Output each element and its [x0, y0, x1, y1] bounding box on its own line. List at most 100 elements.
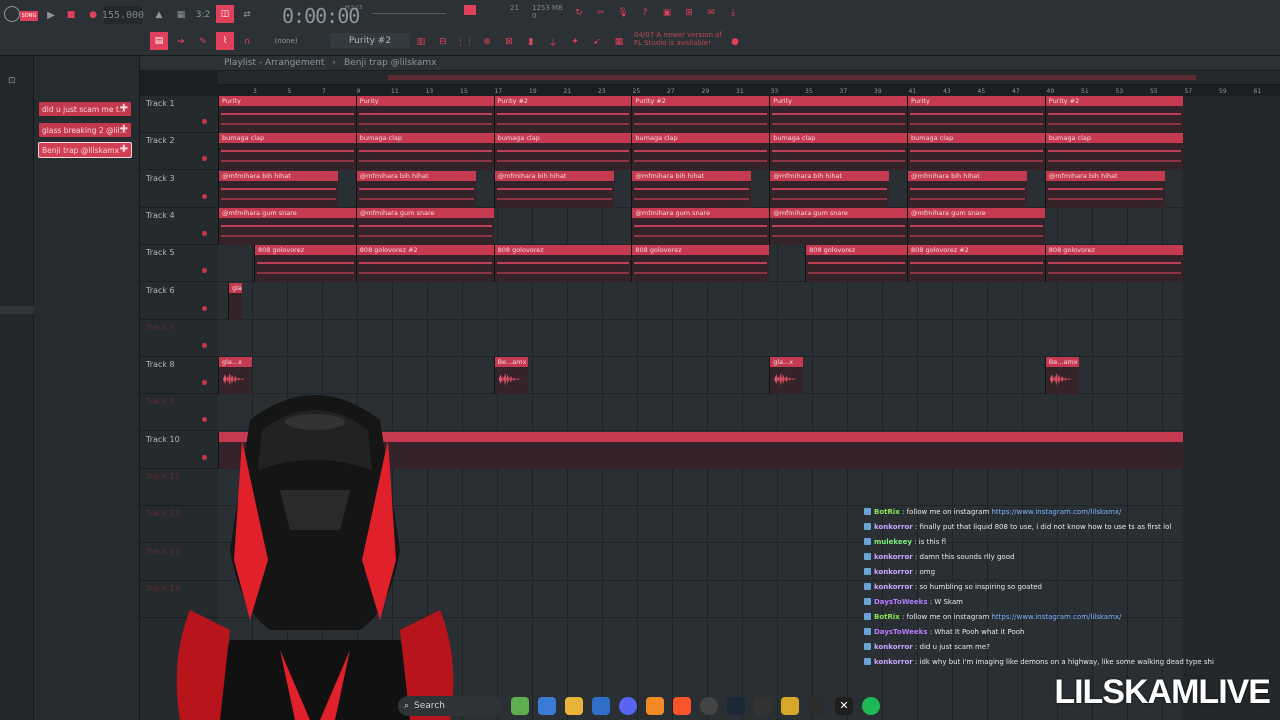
tempo-display[interactable]: 155.000	[102, 6, 144, 24]
track-mute-led[interactable]	[202, 342, 207, 348]
loop-record-icon[interactable]: ◫	[216, 5, 234, 23]
track-header[interactable]: Track 4	[140, 208, 218, 245]
track-mute-led[interactable]	[202, 268, 207, 274]
plug-icon[interactable]: ⏚	[546, 34, 560, 50]
chat-link[interactable]: https://www.instagram.com/lilskamx/	[992, 508, 1122, 516]
pattern-clip[interactable]: @mfmihara bih hihat	[1044, 170, 1165, 208]
cut-icon[interactable]: ✂	[594, 5, 608, 21]
playlist-title[interactable]: Playlist - Arrangement	[224, 58, 324, 68]
playlist-row[interactable]: 808 golovorez 808 golovorez #2 808 golovor…	[218, 245, 1280, 283]
pattern-clip[interactable]: @mfmihara bih hihat	[218, 170, 338, 208]
piano-roll-icon[interactable]: ▥	[414, 34, 428, 50]
pattern-clip[interactable]: @mfmihara gum snare	[355, 207, 494, 245]
chat-link[interactable]: https://www.instagram.com/lilskamx/	[992, 613, 1122, 621]
pattern-clip[interactable]: 808 golovorez	[493, 245, 632, 283]
pattern-clip[interactable]: 808 golovorez	[254, 245, 356, 283]
pattern-clip[interactable]: bumaga clap	[631, 133, 770, 171]
steam-icon[interactable]	[727, 697, 745, 715]
playlist-row[interactable]: @mfmihara gum snare @mfmihara gum snare @m…	[218, 207, 1280, 245]
undo-icon[interactable]: ↻	[572, 5, 586, 21]
pattern-clip[interactable]: @mfmihara gum snare	[218, 207, 356, 245]
track-mute-led[interactable]	[202, 156, 207, 162]
plugin-icon[interactable]: ⊞	[682, 5, 696, 21]
pattern-clip[interactable]: 808 golovorez #2	[355, 245, 494, 283]
capcut-icon[interactable]: ✕	[835, 697, 853, 715]
store-icon[interactable]	[592, 697, 610, 715]
news-panel[interactable]: 04/07 A newer version of FL Studio is ava…	[634, 31, 726, 47]
playlist-view-icon[interactable]: ▤	[150, 32, 168, 50]
obs-icon[interactable]	[700, 697, 718, 715]
app-icon-folder[interactable]	[781, 697, 799, 715]
pencil-icon[interactable]: ✎	[196, 34, 210, 50]
pattern-clip[interactable]: bumaga clap	[1044, 133, 1183, 171]
paint-icon[interactable]: ⌇	[216, 32, 234, 50]
pattern-clip[interactable]: @mfmihara bih hihat	[631, 170, 752, 208]
file-icon[interactable]: ▮	[524, 34, 538, 50]
tools-icon[interactable]: ✦	[568, 34, 582, 50]
pattern-clip[interactable]: bumaga clap	[493, 133, 632, 171]
browser-scrollbar[interactable]	[0, 306, 34, 314]
playlist-row[interactable]: Purity Purity Purity #2 Purity #2 Purity Puri…	[218, 96, 1280, 133]
arrow-right-icon[interactable]: ➔	[174, 34, 188, 50]
app-icon-4k[interactable]	[808, 697, 826, 715]
track-header[interactable]: Track 5	[140, 245, 218, 283]
pattern-clip[interactable]: bumaga clap	[218, 133, 356, 171]
scroll-thumb[interactable]	[388, 75, 1196, 80]
pattern-clip[interactable]: Be...amx	[1044, 357, 1079, 395]
pattern-clip[interactable]: @mfmihara bih hihat	[769, 170, 890, 208]
playlist-row[interactable]: @mfmihara bih hihat @mfmihara bih hihat @m…	[218, 170, 1280, 208]
taskbar-search[interactable]: ⌕ Search	[398, 696, 502, 716]
app-icon-game[interactable]	[511, 697, 529, 715]
browser-icon[interactable]: ⊕	[480, 34, 494, 50]
pattern-clip[interactable]: @mfmihara bih hihat	[355, 170, 476, 208]
picker-item-selected[interactable]: Benji trap @lilskamx ✚	[38, 142, 132, 158]
record-button[interactable]: ●	[86, 7, 100, 23]
countdown-icon[interactable]: 3:2	[194, 7, 212, 23]
discord-icon[interactable]	[619, 697, 637, 715]
pattern-clip[interactable]: Purity #2	[493, 96, 632, 133]
fl-studio-icon[interactable]	[646, 697, 664, 715]
snap-selector[interactable]: (none)	[262, 33, 310, 48]
play-button[interactable]: ▶	[44, 7, 58, 23]
picker-item[interactable]: did u just scam me t... ✚	[39, 102, 131, 116]
pattern-clip[interactable]: gla...x	[769, 357, 804, 395]
pattern-clip[interactable]: 808 golovorez	[631, 245, 770, 283]
microphone-icon[interactable]: 🎙	[616, 5, 630, 21]
track-header[interactable]: Track 3	[140, 171, 218, 208]
wait-icon[interactable]: ▦	[172, 7, 190, 23]
pattern-clip[interactable]: Purity	[355, 96, 494, 133]
add-icon[interactable]: ✚	[120, 123, 128, 137]
arrangement-name[interactable]: Benji trap @lilskamx	[344, 58, 436, 68]
add-icon[interactable]: ✚	[120, 143, 128, 157]
fl-logo-icon[interactable]	[4, 6, 20, 22]
marker-icon[interactable]: ➹	[590, 34, 604, 50]
playlist-row[interactable]: gla...x	[218, 282, 1280, 320]
pattern-clip[interactable]: 808 golovorez	[1044, 245, 1183, 283]
pattern-clip[interactable]: bumaga clap	[907, 133, 1045, 171]
master-volume-slider[interactable]	[372, 8, 446, 18]
pattern-clip[interactable]: Purity	[769, 96, 907, 133]
pattern-clip[interactable]: bumaga clap	[769, 133, 907, 171]
track-mute-led[interactable]	[202, 230, 207, 236]
plugin-db-icon[interactable]: ⊠	[502, 34, 516, 50]
track-header[interactable]: Track 1	[140, 96, 218, 133]
app-icon-device[interactable]	[754, 697, 772, 715]
help-icon[interactable]: ?	[638, 5, 652, 21]
timeline-scrollbar[interactable]	[218, 71, 1280, 85]
pattern-clip[interactable]: @mfmihara gum snare	[907, 207, 1045, 245]
save-icon[interactable]: ▣	[660, 5, 674, 21]
playlist-row[interactable]	[218, 320, 1280, 357]
brave-browser-icon[interactable]	[673, 697, 691, 715]
blend-icon[interactable]: ⇄	[238, 7, 256, 23]
magnet-icon[interactable]: ∩	[240, 34, 254, 50]
app-icon-copilot[interactable]	[538, 697, 556, 715]
pattern-clip[interactable]: 808 golovorez #2	[907, 245, 1045, 283]
pattern-clip[interactable]: Purity #2	[631, 96, 770, 133]
spotify-icon[interactable]	[862, 697, 880, 715]
track-header[interactable]: Track 2	[140, 133, 218, 171]
track-header[interactable]: Track 7	[140, 320, 218, 357]
stop-button[interactable]: ■	[64, 7, 78, 23]
add-icon[interactable]: ✚	[120, 102, 128, 116]
pattern-clip[interactable]: Purity	[218, 96, 356, 133]
download-icon[interactable]: ⤓	[726, 5, 740, 21]
